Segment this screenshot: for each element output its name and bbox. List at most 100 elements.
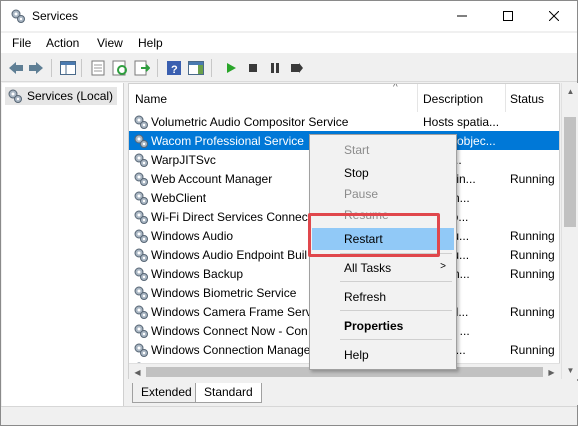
menu-item-label: Properties — [344, 319, 404, 333]
column-header-description[interactable]: Description — [423, 92, 483, 106]
services-gear-icon — [8, 89, 22, 103]
submenu-arrow-icon: > — [440, 261, 446, 272]
refresh-tool-button[interactable] — [111, 59, 129, 77]
console-tree-icon — [60, 61, 76, 75]
context-menu-pause[interactable]: Pause — [312, 183, 454, 205]
forward-arrow-icon — [29, 62, 43, 74]
menu-item-label: Stop — [344, 166, 369, 180]
maximize-icon — [503, 11, 513, 21]
context-menu-help[interactable]: Help — [312, 344, 454, 366]
scroll-down-arrow-icon[interactable]: ▼ — [562, 362, 578, 379]
cell-name: Web Account Manager — [151, 172, 273, 186]
cell-status: Running — [510, 172, 555, 186]
column-divider[interactable] — [417, 84, 418, 112]
stop-service-button[interactable] — [244, 59, 262, 77]
tab-standard[interactable]: Standard — [195, 383, 262, 403]
service-gear-icon — [134, 134, 148, 148]
minimize-button[interactable] — [439, 1, 485, 31]
menu-separator — [340, 310, 452, 311]
status-bar — [1, 406, 577, 425]
window-title: Services — [32, 9, 79, 23]
cell-status: Running — [510, 229, 555, 243]
cell-status: Running — [510, 305, 555, 319]
context-menu-refresh[interactable]: Refresh — [312, 286, 454, 308]
stop-icon — [249, 64, 257, 72]
back-button[interactable] — [7, 59, 25, 77]
pause-service-button[interactable] — [266, 59, 284, 77]
sort-ascending-icon: ^ — [393, 83, 398, 93]
pause-icon — [271, 63, 279, 73]
tree-label: Services (Local) — [27, 89, 114, 103]
document-icon — [91, 60, 105, 76]
column-header-status[interactable]: Status — [510, 92, 544, 106]
maximize-button[interactable] — [485, 1, 531, 31]
toolbar: ? — [1, 54, 577, 82]
menu-bar: File Action View Help — [1, 33, 577, 53]
cell-status: Running — [510, 267, 555, 281]
context-menu-stop[interactable]: Stop — [312, 162, 454, 184]
vertical-scrollbar[interactable]: ▲ ▼ — [561, 83, 578, 379]
menu-item-label: Pause — [344, 187, 379, 201]
menu-action[interactable]: Action — [46, 36, 79, 50]
cell-status: Running — [510, 343, 555, 357]
export-list-button[interactable] — [133, 59, 151, 77]
service-gear-icon — [134, 324, 148, 338]
menu-item-label: Help — [344, 348, 369, 362]
forward-button[interactable] — [27, 59, 45, 77]
toolbar-separator — [81, 59, 82, 77]
menu-help[interactable]: Help — [138, 36, 163, 50]
restart-service-button[interactable] — [288, 59, 306, 77]
close-icon — [549, 11, 559, 21]
menu-item-label: Start — [344, 143, 370, 157]
service-gear-icon — [134, 229, 148, 243]
start-service-button[interactable] — [222, 59, 240, 77]
table-row[interactable]: Volumetric Audio Compositor Service Hosts… — [129, 112, 559, 131]
show-action-pane-button[interactable] — [187, 59, 205, 77]
menu-separator — [340, 339, 452, 340]
cell-name: Windows Audio — [151, 229, 234, 243]
cell-name: Windows Connect Now - Con — [151, 324, 308, 338]
cell-description: Hosts spatia... — [423, 115, 500, 129]
service-gear-icon — [134, 210, 148, 224]
column-header-name[interactable]: Name — [135, 92, 167, 106]
menu-item-label: Refresh — [344, 290, 387, 304]
properties-tool-button[interactable] — [89, 59, 107, 77]
show-hide-tree-button[interactable] — [59, 59, 77, 77]
context-menu-all-tasks[interactable]: All Tasks > — [312, 257, 454, 279]
menu-view[interactable]: View — [97, 36, 123, 50]
context-menu-start[interactable]: Start — [312, 139, 454, 161]
scroll-up-arrow-icon[interactable]: ▲ — [562, 83, 578, 100]
close-button[interactable] — [531, 1, 577, 31]
tree-item-services-local[interactable]: Services (Local) — [5, 87, 118, 105]
context-menu-properties[interactable]: Properties — [312, 315, 454, 337]
cell-status: Running — [510, 248, 555, 262]
cell-name: WebClient — [151, 191, 207, 205]
services-gear-icon — [11, 9, 25, 23]
menu-file[interactable]: File — [12, 36, 31, 50]
column-divider[interactable] — [505, 84, 506, 112]
cell-name: Wacom Professional Service — [151, 134, 304, 148]
cell-name: Wi-Fi Direct Services Connecti — [151, 210, 314, 224]
scroll-thumb[interactable] — [564, 117, 576, 227]
title-bar: Services — [1, 1, 577, 31]
service-gear-icon — [134, 115, 148, 129]
cell-name: Windows Camera Frame Serv — [151, 305, 312, 319]
refresh-icon — [112, 60, 127, 76]
cell-name: Windows Connection Manage — [151, 343, 311, 357]
export-icon — [134, 60, 150, 76]
help-tool-button[interactable]: ? — [165, 59, 183, 77]
play-icon — [227, 63, 236, 73]
back-arrow-icon — [9, 62, 23, 74]
tab-label: Extended — [141, 385, 192, 399]
service-gear-icon — [134, 286, 148, 300]
toolbar-separator — [51, 59, 52, 77]
services-window: Services File Action View Help ? Service… — [0, 0, 578, 426]
scroll-right-arrow-icon[interactable]: ▶ — [543, 364, 560, 381]
service-gear-icon — [134, 172, 148, 186]
scroll-left-arrow-icon[interactable]: ◀ — [129, 364, 146, 381]
console-tree-pane: Services (Local) — [2, 83, 124, 407]
service-gear-icon — [134, 248, 148, 262]
toolbar-separator — [211, 59, 212, 77]
tab-extended[interactable]: Extended — [132, 383, 201, 403]
action-pane-icon — [188, 61, 204, 75]
